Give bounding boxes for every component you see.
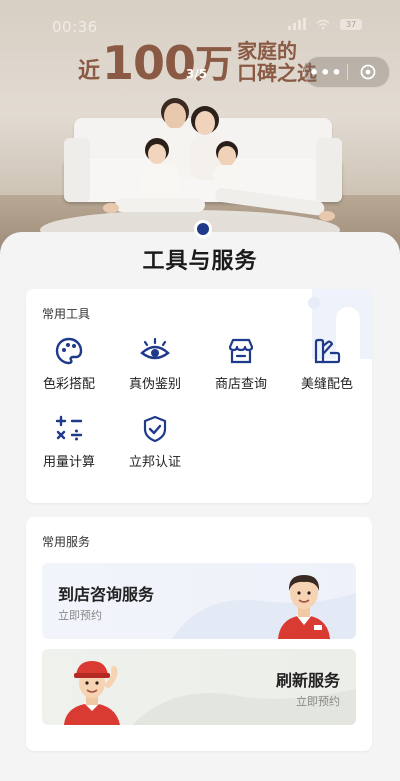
service-subtitle: 立即预约 bbox=[58, 609, 102, 622]
tool-store-lookup[interactable]: 商店查询 bbox=[198, 333, 284, 392]
tool-label: 用量计算 bbox=[42, 455, 95, 470]
tool-label: 立邦认证 bbox=[128, 455, 181, 470]
tool-authenticity-check[interactable]: 真伪鉴别 bbox=[112, 333, 198, 392]
status-icons: 37 bbox=[288, 18, 362, 30]
tool-grout-color[interactable]: 美缝配色 bbox=[284, 333, 370, 392]
banner-pager: 3/5 bbox=[186, 67, 208, 81]
status-time: 00:36 bbox=[52, 18, 98, 36]
tool-color-matching[interactable]: 色彩搭配 bbox=[26, 333, 112, 392]
calculator-icon bbox=[55, 415, 83, 441]
wifi-icon bbox=[316, 19, 330, 29]
battery-icon: 37 bbox=[340, 18, 362, 30]
service-subtitle: 立即预约 bbox=[296, 695, 340, 708]
service-title: 到店咨询服务 bbox=[58, 585, 155, 604]
service-title: 刷新服务 bbox=[275, 671, 340, 690]
services-section-title: 常用服务 bbox=[42, 535, 91, 549]
headline-number: 100 bbox=[102, 36, 196, 90]
tools-section-title: 常用工具 bbox=[42, 307, 91, 321]
tool-usage-calculator[interactable]: 用量计算 bbox=[26, 411, 112, 470]
tool-label: 美缝配色 bbox=[300, 377, 353, 392]
tool-label: 真伪鉴别 bbox=[128, 377, 181, 392]
grout-color-icon bbox=[314, 338, 341, 364]
eye-icon bbox=[140, 337, 170, 360]
miniprogram-capsule: ••• bbox=[304, 56, 390, 88]
service-store-consultation[interactable]: 到店咨询服务 立即预约 bbox=[42, 563, 356, 639]
store-icon bbox=[228, 338, 254, 364]
family-photo bbox=[103, 98, 335, 221]
tool-nippon-certification[interactable]: 立邦认证 bbox=[112, 411, 198, 470]
services-card: 常用服务 到店咨询服务 立即预约 刷新服务 立即预约 bbox=[26, 517, 372, 751]
page-title: 工具与服务 bbox=[142, 249, 258, 274]
headline-line1: 家庭的 bbox=[237, 39, 298, 63]
hero-banner[interactable]: 00:36 37 近 100 万 家庭的 口碑之选 3/5 ••• bbox=[0, 0, 400, 255]
service-refresh[interactable]: 刷新服务 立即预约 bbox=[42, 649, 356, 725]
tools-card: 常用工具 色彩搭配 真伪鉴别 商店查询 美缝配色 用量计算 立邦认证 bbox=[26, 289, 372, 503]
more-menu-button[interactable]: ••• bbox=[305, 63, 347, 82]
staff-avatar-icon bbox=[278, 575, 330, 639]
close-miniprogram-button[interactable] bbox=[348, 64, 390, 80]
headline-prefix: 近 bbox=[78, 59, 101, 84]
close-target-icon bbox=[360, 64, 376, 80]
painter-avatar-icon bbox=[64, 661, 120, 725]
tool-label: 商店查询 bbox=[214, 377, 267, 392]
palette-icon bbox=[55, 337, 83, 365]
carousel-indicator bbox=[194, 220, 212, 238]
signal-icon bbox=[288, 18, 306, 30]
tool-label: 色彩搭配 bbox=[42, 377, 95, 392]
shield-check-icon bbox=[143, 415, 167, 443]
